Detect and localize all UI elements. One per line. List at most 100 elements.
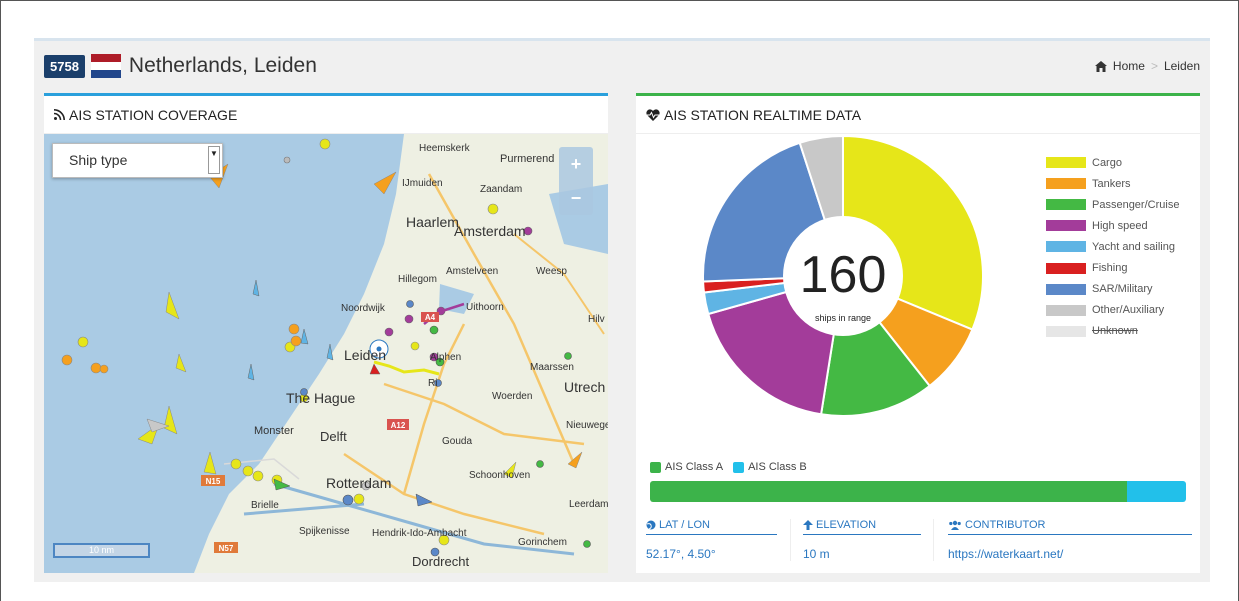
map-label-noordwijk: Noordwijk bbox=[341, 303, 386, 314]
page: 5758 Netherlands, Leiden Home > Leiden A… bbox=[34, 38, 1210, 582]
map-label-amstelveen: Amstelveen bbox=[446, 266, 498, 277]
ship-type-select[interactable]: Ship type ▼ bbox=[52, 143, 223, 178]
legend-label-unknown: Unknown bbox=[1092, 325, 1138, 338]
globe-icon bbox=[646, 520, 656, 530]
legend-swatch-other-auxiliary bbox=[1046, 304, 1086, 316]
legend-item-tankers[interactable]: Tankers bbox=[1046, 173, 1179, 194]
legend-label-high-speed: High speed bbox=[1092, 219, 1148, 232]
map-road-shield-n15: N15 bbox=[206, 477, 221, 486]
map-label-zaandam: Zaandam bbox=[480, 184, 522, 195]
legend-item-passenger-cruise[interactable]: Passenger/Cruise bbox=[1046, 194, 1179, 215]
realtime-panel-header: AIS STATION REALTIME DATA bbox=[636, 96, 1200, 134]
ships-in-range-count: 160 bbox=[800, 246, 887, 304]
legend-label-other-auxiliary: Other/Auxiliary bbox=[1092, 304, 1165, 317]
page-title: Netherlands, Leiden bbox=[128, 54, 317, 77]
map-label-monster: Monster bbox=[254, 425, 294, 437]
ais-class-legend: AIS Class A AIS Class B bbox=[650, 461, 807, 473]
map-label-ri: Ri bbox=[428, 378, 437, 389]
legend-item-unknown[interactable]: Unknown bbox=[1046, 321, 1179, 342]
legend-swatch-tankers bbox=[1046, 178, 1086, 190]
breadcrumb-current: Leiden bbox=[1163, 59, 1200, 73]
map-road-shield-a4: A4 bbox=[425, 313, 436, 322]
map-label-weesp: Weesp bbox=[536, 266, 567, 277]
map-label-hilv: Hilv bbox=[588, 314, 605, 325]
page-header: 5758 Netherlands, Leiden Home > Leiden bbox=[44, 51, 1200, 81]
map-label-schoonhoven: Schoonhoven bbox=[469, 470, 530, 481]
ais-class-b-swatch bbox=[733, 461, 745, 473]
map-label-dordrecht: Dordrecht bbox=[412, 554, 469, 569]
stat-contributor: CONTRIBUTOR https://waterkaart.net/ bbox=[933, 519, 1192, 561]
map-road-shield-a12: A12 bbox=[391, 421, 406, 430]
coverage-map[interactable]: A4 A12 N15 N57 Heemskerk Purmerend IJmuide… bbox=[44, 134, 608, 573]
map-label-alphen: Alphen bbox=[430, 352, 461, 363]
ais-class-b-label[interactable]: AIS Class B bbox=[748, 461, 807, 473]
map-road-shield-n57: N57 bbox=[219, 544, 234, 553]
legend-label-fishing: Fishing bbox=[1092, 262, 1128, 275]
legend-swatch-high-speed bbox=[1046, 220, 1086, 232]
realtime-panel: AIS STATION REALTIME DATA 160 ships in r… bbox=[636, 93, 1200, 573]
stat-elevation-label: ELEVATION bbox=[816, 519, 877, 531]
legend-swatch-fishing bbox=[1046, 262, 1086, 274]
zoom-in-button[interactable]: + bbox=[559, 147, 593, 181]
map-label-hendrik-ido-ambacht: Hendrik-Ido-Ambacht bbox=[372, 528, 467, 539]
legend-item-cargo[interactable]: Cargo bbox=[1046, 152, 1179, 173]
map-label-hillegom: Hillegom bbox=[398, 274, 437, 285]
legend-label-cargo: Cargo bbox=[1092, 156, 1122, 169]
breadcrumb: Home > Leiden bbox=[1094, 59, 1200, 73]
map-scale-bar: 10 nm bbox=[53, 543, 150, 558]
map-label-gorinchem: Gorinchem bbox=[518, 537, 567, 548]
home-icon bbox=[1094, 60, 1107, 72]
realtime-panel-title: AIS STATION REALTIME DATA bbox=[664, 106, 862, 123]
legend-label-sar-military: SAR/Military bbox=[1092, 283, 1153, 296]
contributor-link[interactable]: https://waterkaart.net/ bbox=[948, 547, 1192, 561]
ais-class-b-bar-segment bbox=[1127, 481, 1186, 502]
map-label-amsterdam: Amsterdam bbox=[454, 223, 526, 239]
legend-swatch-passenger-cruise bbox=[1046, 199, 1086, 211]
select-arrow-icon: ▼ bbox=[208, 146, 220, 174]
map-canvas[interactable]: A4 A12 N15 N57 Heemskerk Purmerend IJmuide… bbox=[44, 134, 608, 573]
map-label-woerden: Woerden bbox=[492, 391, 532, 402]
map-label-uithoorn: Uithoorn bbox=[466, 302, 504, 313]
legend-item-other-auxiliary[interactable]: Other/Auxiliary bbox=[1046, 300, 1179, 321]
ais-class-bar bbox=[650, 481, 1186, 502]
stat-lat-lon-value: 52.17°, 4.50° bbox=[646, 547, 716, 561]
map-label-delft: Delft bbox=[320, 429, 347, 444]
coverage-panel-title: AIS STATION COVERAGE bbox=[69, 106, 238, 123]
map-label-gouda: Gouda bbox=[442, 436, 472, 447]
heartbeat-icon bbox=[646, 108, 660, 121]
map-label-purmerend: Purmerend bbox=[500, 153, 554, 165]
map-label-heemskerk: Heemskerk bbox=[419, 143, 471, 154]
legend-label-passenger-cruise: Passenger/Cruise bbox=[1092, 198, 1180, 211]
legend-swatch-unknown bbox=[1046, 325, 1086, 337]
legend-swatch-sar-military bbox=[1046, 283, 1086, 295]
stat-lat-lon-label: LAT / LON bbox=[659, 519, 710, 531]
netherlands-flag-icon bbox=[90, 54, 121, 78]
breadcrumb-separator: > bbox=[1150, 59, 1158, 73]
ship-type-donut-chart: 160 ships in range bbox=[702, 134, 984, 417]
legend-item-fishing[interactable]: Fishing bbox=[1046, 257, 1179, 278]
coverage-panel: AIS STATION COVERAGE A4 A12 N15 N57 Heem… bbox=[44, 93, 608, 573]
users-icon bbox=[949, 520, 961, 530]
legend-label-tankers: Tankers bbox=[1092, 177, 1131, 190]
rss-icon bbox=[54, 109, 65, 120]
legend-swatch-cargo bbox=[1046, 157, 1086, 169]
map-label-ijmuiden: IJmuiden bbox=[402, 178, 443, 189]
legend-label-yacht-and-sailing: Yacht and sailing bbox=[1092, 240, 1175, 253]
map-label-haarlem: Haarlem bbox=[406, 214, 459, 230]
zoom-out-button[interactable]: − bbox=[559, 181, 593, 215]
map-label-leiden: Leiden bbox=[344, 347, 386, 363]
breadcrumb-home-link[interactable]: Home bbox=[1113, 59, 1145, 73]
map-zoom-control: + − bbox=[559, 147, 593, 215]
chart-legend: Cargo Tankers Passenger/Cruise High speed Ya… bbox=[1046, 152, 1179, 342]
map-label-spijkenisse: Spijkenisse bbox=[299, 526, 350, 537]
map-label-nieuwegei: Nieuwegei bbox=[566, 420, 608, 431]
legend-item-high-speed[interactable]: High speed bbox=[1046, 215, 1179, 236]
map-label-maarssen: Maarssen bbox=[530, 362, 574, 373]
ais-class-a-bar-segment bbox=[650, 481, 1128, 502]
ais-class-a-label[interactable]: AIS Class A bbox=[665, 461, 723, 473]
legend-item-yacht-and-sailing[interactable]: Yacht and sailing bbox=[1046, 236, 1179, 257]
arrow-up-icon bbox=[803, 520, 813, 530]
station-id-badge: 5758 bbox=[44, 54, 85, 78]
stat-contributor-label: CONTRIBUTOR bbox=[965, 519, 1046, 531]
legend-item-sar-military[interactable]: SAR/Military bbox=[1046, 279, 1179, 300]
